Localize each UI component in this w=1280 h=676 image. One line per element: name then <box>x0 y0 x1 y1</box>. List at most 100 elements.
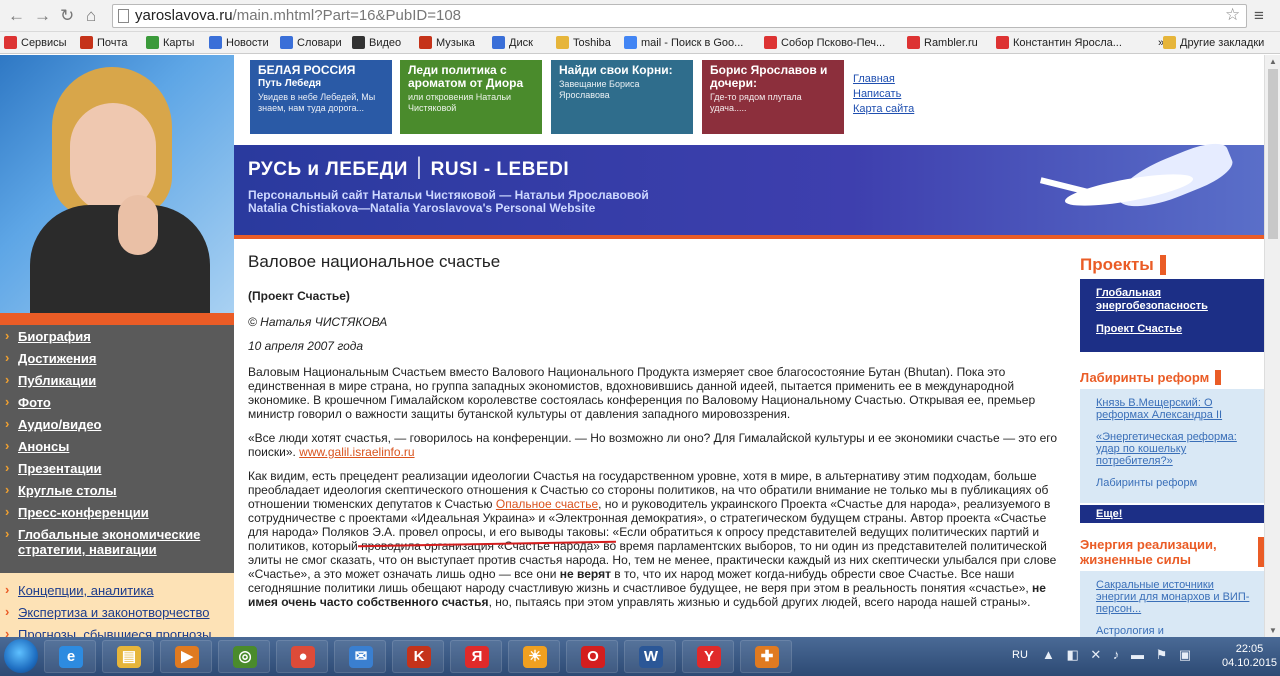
scroll-up-icon[interactable]: ▲ <box>1269 57 1277 66</box>
labyrinth-link-2[interactable]: «Энергетическая реформа: удар по кошельк… <box>1096 431 1256 467</box>
taskbar-app-app4[interactable]: ◎ <box>218 640 270 673</box>
ie-icon: e <box>59 646 83 668</box>
bookmark-item[interactable]: Видео <box>352 35 401 51</box>
taskbar-app-explorer[interactable]: ▤ <box>102 640 154 673</box>
labyrinth-heading: Лабиринты реформ <box>1080 370 1222 385</box>
bookmark-item[interactable]: Карты <box>146 35 194 51</box>
tray-icons[interactable]: ▲ ◧ ✕ ♪ ▬ ⚑ ▣ <box>1042 647 1195 663</box>
clock-time: 22:05 <box>1235 643 1264 655</box>
energy-heading: Энергия реализации, жизненные силы <box>1080 537 1264 567</box>
article-author: © Наталья ЧИСТЯКОВА <box>248 315 388 329</box>
banner-naidi-korni[interactable]: Найди свои Корни: Завещание Бориса Яросл… <box>551 60 693 134</box>
opal-link[interactable]: Опальное счастье <box>496 497 598 511</box>
nav-item[interactable]: Анонсы <box>0 438 234 454</box>
taskbar-app-mail[interactable]: ✉ <box>334 640 386 673</box>
bookmark-label: Другие закладки <box>1180 37 1265 49</box>
bookmark-icon <box>352 36 365 49</box>
banner-boris-yaroslavov[interactable]: Борис Ярославов и дочери: Где-то рядом п… <box>702 60 844 134</box>
banner-title: Леди политика с ароматом от Диора <box>408 63 524 90</box>
language-indicator[interactable]: RU <box>1012 649 1028 661</box>
bookmark-label: Toshiba <box>573 37 611 49</box>
article-paragraph-3: Как видим, есть прецедент реализации иде… <box>248 469 1057 609</box>
scroll-down-icon[interactable]: ▼ <box>1269 626 1277 635</box>
explorer-icon: ▤ <box>117 646 141 668</box>
taskbar-app-app13[interactable]: ✚ <box>740 640 792 673</box>
start-button[interactable] <box>4 639 38 673</box>
bookmark-item[interactable]: Собор Псково-Печ... <box>764 35 885 51</box>
bookmark-item[interactable]: Константин Яросла... <box>996 35 1122 51</box>
app4-icon: ◎ <box>233 646 257 668</box>
author-portrait <box>0 55 234 313</box>
bookmark-label: Rambler.ru <box>924 37 978 49</box>
more-link[interactable]: Еще! <box>1080 505 1264 523</box>
bookmark-label: Карты <box>163 37 195 49</box>
nav-item[interactable]: Пресс-конференции <box>0 504 234 520</box>
taskbar-app-app9[interactable]: ☀ <box>508 640 560 673</box>
nav-item[interactable]: Круглые столы <box>0 482 234 498</box>
bookmark-item[interactable]: mail - Поиск в Goo... <box>624 35 743 51</box>
address-bar[interactable]: yaroslavova.ru/main.mhtml?Part=16&PubID=… <box>112 4 1247 28</box>
nav-item[interactable]: Биография <box>0 328 234 344</box>
labyrinth-link-1[interactable]: Князь В.Мещерский: О реформах Александра… <box>1096 397 1256 421</box>
site-subtitle-en: Natalia Chistiakova—Natalia Yaroslavova'… <box>248 201 596 215</box>
taskbar-app-word[interactable]: W <box>624 640 676 673</box>
link-home[interactable]: Главная <box>853 72 914 87</box>
taskbar-app-ie[interactable]: e <box>44 640 96 673</box>
bookmark-item[interactable]: Музыка <box>419 35 475 51</box>
nav2-item[interactable]: Экспертиза и законотворчество <box>0 604 234 620</box>
bookmark-item[interactable]: Rambler.ru <box>907 35 978 51</box>
labyrinth-link-3[interactable]: Лабиринты реформ <box>1096 477 1256 489</box>
source-link[interactable]: www.galil.israelinfo.ru <box>299 445 414 459</box>
clock[interactable]: 22:05 04.10.2015 <box>1222 642 1277 670</box>
project-link-energy[interactable]: Глобальная энергобезопасность <box>1096 287 1256 313</box>
back-icon[interactable]: ← <box>8 6 25 26</box>
bookmark-item[interactable]: Диск <box>492 35 533 51</box>
banner-title: Найди свои Корни: <box>559 63 673 77</box>
energy-link-2[interactable]: Астрология и <box>1096 625 1256 637</box>
project-link-happiness[interactable]: Проект Счастье <box>1096 323 1256 336</box>
reload-icon[interactable]: ↻ <box>60 6 74 26</box>
bookmark-item[interactable]: » <box>1141 35 1164 51</box>
link-write[interactable]: Написать <box>853 87 914 102</box>
bookmark-label: Почта <box>97 37 128 49</box>
taskbar-app-kaspersky[interactable]: K <box>392 640 444 673</box>
header-stripe <box>234 235 1264 239</box>
menu-icon[interactable]: ≡ <box>1254 6 1264 26</box>
taskbar-app-yandex[interactable]: Я <box>450 640 502 673</box>
nav2-item[interactable]: Прогнозы, сбывшиеся прогнозы <box>0 626 234 637</box>
bookmark-star-icon[interactable]: ☆ <box>1225 5 1240 25</box>
link-sitemap[interactable]: Карта сайта <box>853 102 914 117</box>
taskbar-app-media[interactable]: ▶ <box>160 640 212 673</box>
bookmark-item[interactable]: Словари <box>280 35 342 51</box>
nav-item[interactable]: Достижения <box>0 350 234 366</box>
bookmark-icon <box>280 36 293 49</box>
bookmark-label: Новости <box>226 37 269 49</box>
energy-link-1[interactable]: Сакральные источники энергии для монархо… <box>1096 579 1256 615</box>
nav-item[interactable]: Аудио/видео <box>0 416 234 432</box>
scroll-thumb[interactable] <box>1268 69 1278 239</box>
taskbar-app-chrome[interactable]: ● <box>276 640 328 673</box>
nav-item[interactable]: Презентации <box>0 460 234 476</box>
bookmark-item[interactable]: Почта <box>80 35 128 51</box>
taskbar-app-yabrowser[interactable]: Y <box>682 640 734 673</box>
nav-item[interactable]: Фото <box>0 394 234 410</box>
bookmark-label: Сервисы <box>21 37 67 49</box>
right-column: Проекты Глобальная энергобезопасность Пр… <box>1080 255 1264 637</box>
banner-title: Борис Ярославов и дочери: <box>710 63 828 90</box>
nav-item[interactable]: Публикации <box>0 372 234 388</box>
bookmark-item[interactable]: Новости <box>209 35 269 51</box>
bookmark-icon <box>419 36 432 49</box>
bookmark-label: Константин Яросла... <box>1013 37 1122 49</box>
banner-text: Завещание Бориса Ярославова <box>559 79 640 100</box>
banner-ledi-politika[interactable]: Леди политика с ароматом от Диора или от… <box>400 60 542 134</box>
nav2-item[interactable]: Концепции, аналитика <box>0 582 234 598</box>
page-scrollbar[interactable]: ▲ ▼ <box>1264 55 1280 637</box>
bookmark-item[interactable]: Сервисы <box>4 35 67 51</box>
nav-item[interactable]: Глобальные экономические стратегии, нави… <box>0 526 234 557</box>
banner-belaya-rossiya[interactable]: БЕЛАЯ РОССИЯ Путь Лебедя Увидев в небе Л… <box>250 60 392 134</box>
forward-icon[interactable]: → <box>34 6 51 26</box>
bookmark-item[interactable]: Toshiba <box>556 35 611 51</box>
taskbar-app-opera[interactable]: O <box>566 640 618 673</box>
bookmark-item[interactable]: Другие закладки <box>1163 35 1264 51</box>
home-icon[interactable]: ⌂ <box>86 6 96 26</box>
